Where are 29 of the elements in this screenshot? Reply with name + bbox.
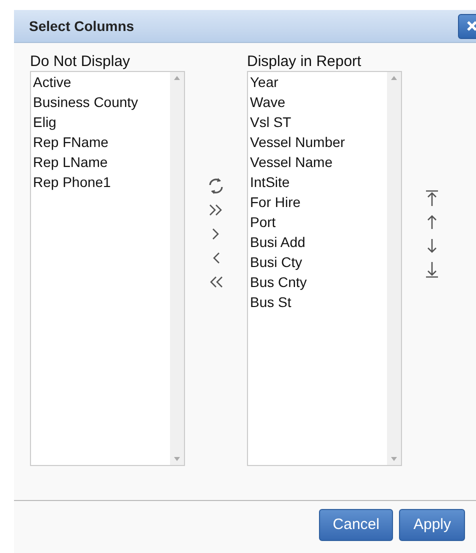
list-item[interactable]: Vessel Number — [250, 132, 387, 152]
close-icon — [466, 20, 476, 32]
list-item[interactable]: Rep LName — [33, 152, 170, 172]
list-label: Do Not Display — [30, 53, 132, 71]
list-item[interactable]: Rep FName — [33, 132, 170, 152]
list-item[interactable]: Wave — [250, 92, 387, 112]
list-item[interactable]: Port — [250, 212, 387, 232]
list-box[interactable]: Year Wave Vsl ST Vessel Number Vessel Name IntSite For Hire Port Busi Add Busi Cty Bus Cnty Bus St — [247, 71, 402, 466]
list-item[interactable]: Elig — [33, 112, 170, 132]
list-item[interactable]: For Hire — [250, 192, 387, 212]
scrollbar[interactable] — [170, 72, 184, 465]
list-item[interactable]: Rep Phone1 — [33, 172, 170, 192]
list-item[interactable]: Active — [33, 72, 170, 92]
refresh-icon[interactable] — [206, 176, 226, 196]
list-label: Display in Report — [247, 53, 362, 71]
list-box[interactable]: Active Business County Elig Rep FName Rep LName Rep Phone1 — [30, 71, 185, 466]
dialog-button[interactable]: Cancel — [318, 508, 394, 540]
list-item[interactable]: IntSite — [250, 172, 387, 192]
list-item[interactable]: Busi Cty — [250, 252, 387, 272]
scrollbar[interactable] — [387, 72, 401, 465]
list-item[interactable]: Year — [250, 72, 387, 92]
list-item[interactable]: Vsl ST — [250, 112, 387, 132]
list-item[interactable]: Busi Add — [250, 232, 387, 252]
dialog-button[interactable]: Apply — [399, 508, 465, 540]
list-item[interactable]: Bus St — [250, 292, 387, 312]
list-item[interactable]: Vessel Name — [250, 152, 387, 172]
list-item[interactable]: Bus Cnty — [250, 272, 387, 292]
list-item[interactable]: Business County — [33, 92, 170, 112]
dialog-title: Select Columns — [29, 18, 134, 34]
